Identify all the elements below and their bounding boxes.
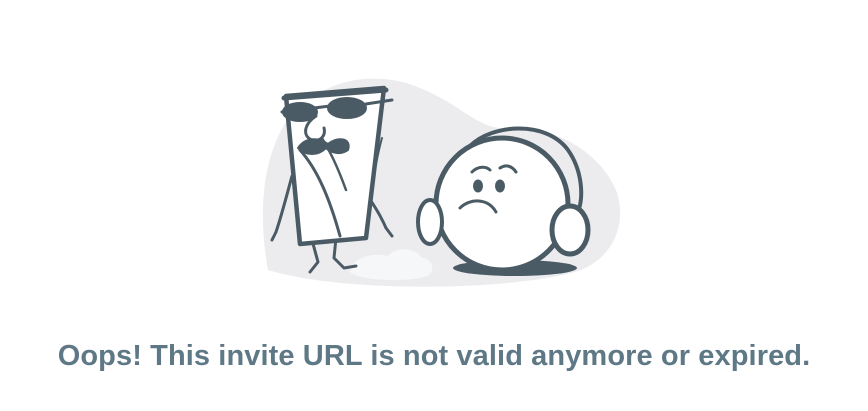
error-message: Oops! This invite URL is not valid anymo…: [57, 340, 811, 372]
expired-invite-illustration: [262, 78, 621, 287]
invite-error-page: Oops! This invite URL is not valid anymo…: [0, 0, 868, 411]
